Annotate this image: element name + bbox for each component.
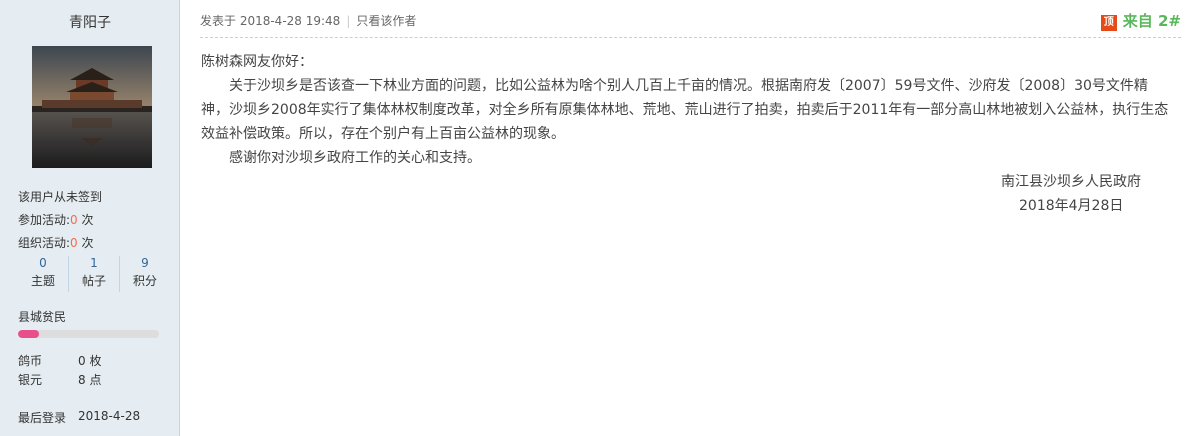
user-stats: 0 主题 1 帖子 9 积分: [18, 256, 170, 292]
floor-number[interactable]: 来自 2#: [1123, 12, 1181, 30]
post-paragraph-2: 感谢你对沙坝乡政府工作的关心和支持。: [229, 150, 481, 166]
post-signature: 南江县沙坝乡人民政府 2018年4月28日: [1001, 170, 1141, 218]
silver-value: 8 点: [78, 373, 102, 387]
stat-posts-value[interactable]: 1: [69, 256, 119, 270]
join-activity-unit: 次: [77, 213, 94, 227]
floor-label: 顶来自 2#: [1100, 10, 1181, 31]
stat-posts[interactable]: 1 帖子: [68, 256, 119, 292]
group-progress-fill: [18, 330, 40, 338]
stat-credits-value[interactable]: 9: [120, 256, 170, 270]
join-activity: 参加活动:0 次: [18, 211, 94, 228]
username[interactable]: 青阳子: [0, 12, 180, 32]
top-icon[interactable]: 顶: [1100, 15, 1117, 31]
signature-date: 2018年4月28日: [1019, 198, 1124, 214]
org-activity: 组织活动:0 次: [18, 234, 94, 251]
stat-credits-label: 积分: [132, 274, 157, 288]
avatar-image: [32, 46, 152, 168]
user-group[interactable]: 县城贫民: [18, 308, 66, 325]
post-divider: [200, 37, 1181, 38]
silver-label: 银元: [18, 373, 43, 387]
post-meta: 发表于 2018-4-28 19:48 | 只看该作者: [200, 12, 416, 29]
last-login-value: 2018-4-28: [78, 409, 141, 423]
signature-org: 南江县沙坝乡人民政府: [1001, 174, 1141, 190]
join-activity-count[interactable]: 0: [70, 213, 78, 227]
org-activity-label: 组织活动:: [18, 236, 71, 250]
group-progress-bar: [18, 330, 159, 338]
author-only-link[interactable]: 只看该作者: [356, 14, 416, 28]
coin-label: 鸽币: [18, 354, 43, 368]
stat-threads[interactable]: 0 主题: [18, 256, 68, 292]
user-sidebar: 青阳子 该用户从未签到 参加活动:0 次 组织活动:0 次 0 主题 1 帖子 …: [0, 0, 180, 436]
stat-threads-label: 主题: [30, 274, 55, 288]
stat-threads-value[interactable]: 0: [18, 256, 68, 270]
silver-row: 银元 8 点: [18, 371, 101, 388]
meta-divider: |: [346, 14, 351, 28]
org-activity-count[interactable]: 0: [70, 236, 78, 250]
coin-row: 鸽币 0 枚: [18, 352, 101, 369]
stat-credits[interactable]: 9 积分: [119, 256, 170, 292]
last-login-label: 最后登录: [18, 411, 67, 425]
stat-posts-label: 帖子: [81, 274, 106, 288]
post-greeting: 陈树森网友你好：: [201, 54, 313, 70]
org-activity-unit: 次: [77, 236, 94, 250]
post-paragraph-1: 关于沙坝乡是否该查一下林业方面的问题，比如公益林为啥个别人几百上千亩的情况。根据…: [201, 78, 1169, 142]
last-login-row: 最后登录 2018-4-28: [18, 409, 140, 426]
post-time: 发表于 2018-4-28 19:48: [200, 14, 341, 28]
coin-value: 0 枚: [78, 354, 102, 368]
join-activity-label: 参加活动:: [18, 213, 71, 227]
avatar[interactable]: [32, 46, 152, 168]
post-content: 陈树森网友你好： 关于沙坝乡是否该查一下林业方面的问题，比如公益林为啥个别人几百…: [201, 50, 1171, 170]
post-main: 发表于 2018-4-28 19:48 | 只看该作者 顶来自 2# 陈树森网友你好…: [181, 0, 1199, 436]
sign-status: 该用户从未签到: [18, 190, 103, 204]
